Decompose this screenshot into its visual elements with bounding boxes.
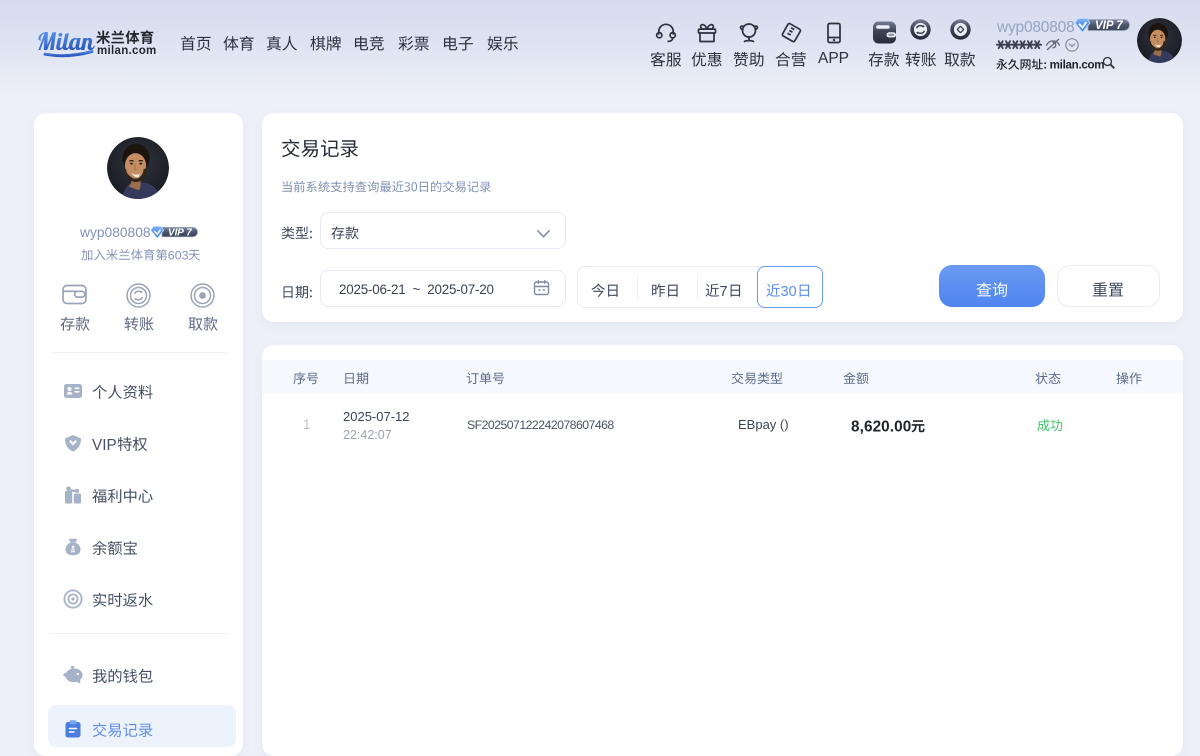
svg-text:VIP 7: VIP 7 — [1095, 20, 1123, 32]
svg-text:VIP 7: VIP 7 — [168, 228, 192, 239]
